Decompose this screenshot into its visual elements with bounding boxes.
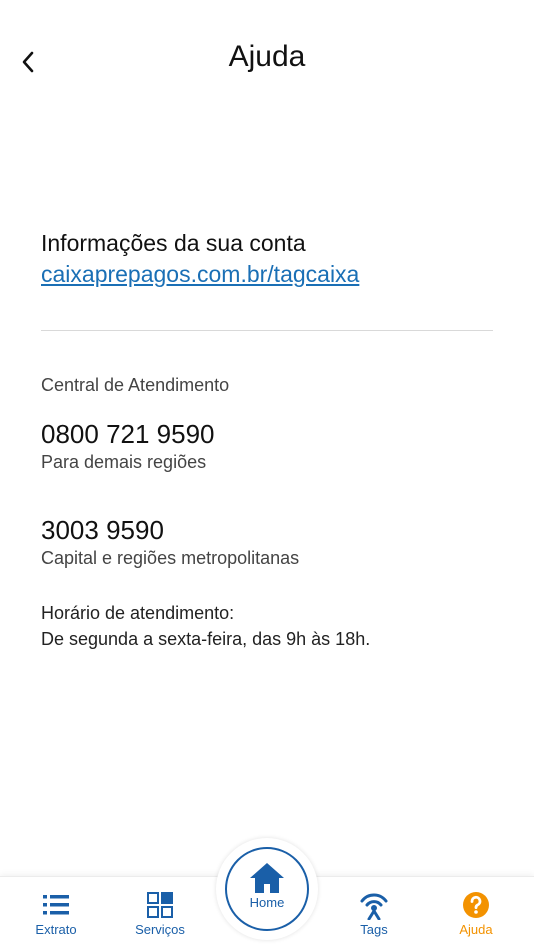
nav-item-servicos[interactable]: Serviços: [110, 877, 210, 950]
nav-label: Tags: [360, 922, 388, 937]
nav-item-ajuda[interactable]: Ajuda: [426, 877, 526, 950]
nav-label: Ajuda: [459, 922, 493, 937]
list-icon: [43, 895, 69, 915]
nav-label: Home: [249, 895, 285, 910]
nav-item-tags[interactable]: Tags: [324, 877, 424, 950]
divider: [41, 330, 493, 331]
phone-description: Capital e regiões metropolitanas: [41, 548, 300, 568]
home-icon: [250, 863, 284, 893]
nav-item-home[interactable]: Home: [225, 847, 309, 931]
contact-number-group: 0800 721 9590 Para demais regiões: [41, 418, 493, 474]
phone-number[interactable]: 3003 9590: [41, 514, 493, 546]
service-hours-title: Horário de atendimento:: [41, 603, 235, 623]
help-icon: [463, 892, 489, 918]
account-info-link[interactable]: caixaprepagos.com.br/tagcaixa: [41, 258, 359, 290]
nav-item-extrato[interactable]: Extrato: [6, 877, 106, 950]
help-screen: Ajuda Informações da sua conta caixaprep…: [0, 0, 534, 950]
nav-label: Extrato: [35, 922, 77, 937]
nav-label: Serviços: [135, 922, 185, 937]
contact-number-group: 3003 9590 Capital e regiões metropolitan…: [41, 514, 493, 570]
tag-signal-icon: [360, 893, 388, 920]
phone-number[interactable]: 0800 721 9590: [41, 418, 493, 450]
page-title: Ajuda: [228, 40, 306, 73]
service-hours-text: De segunda a sexta-feira, das 9h às 18h.: [41, 629, 371, 649]
grid-icon: [147, 892, 173, 918]
contact-center: Central de Atendimento 0800 721 9590 Par…: [41, 372, 493, 652]
contact-section-label: Central de Atendimento: [41, 375, 230, 395]
header: Ajuda: [0, 0, 534, 120]
account-info: Informações da sua conta caixaprepagos.c…: [41, 228, 493, 290]
service-hours: Horário de atendimento: De segunda a sex…: [41, 600, 493, 652]
phone-description: Para demais regiões: [41, 452, 207, 472]
account-info-title: Informações da sua conta: [41, 230, 306, 256]
